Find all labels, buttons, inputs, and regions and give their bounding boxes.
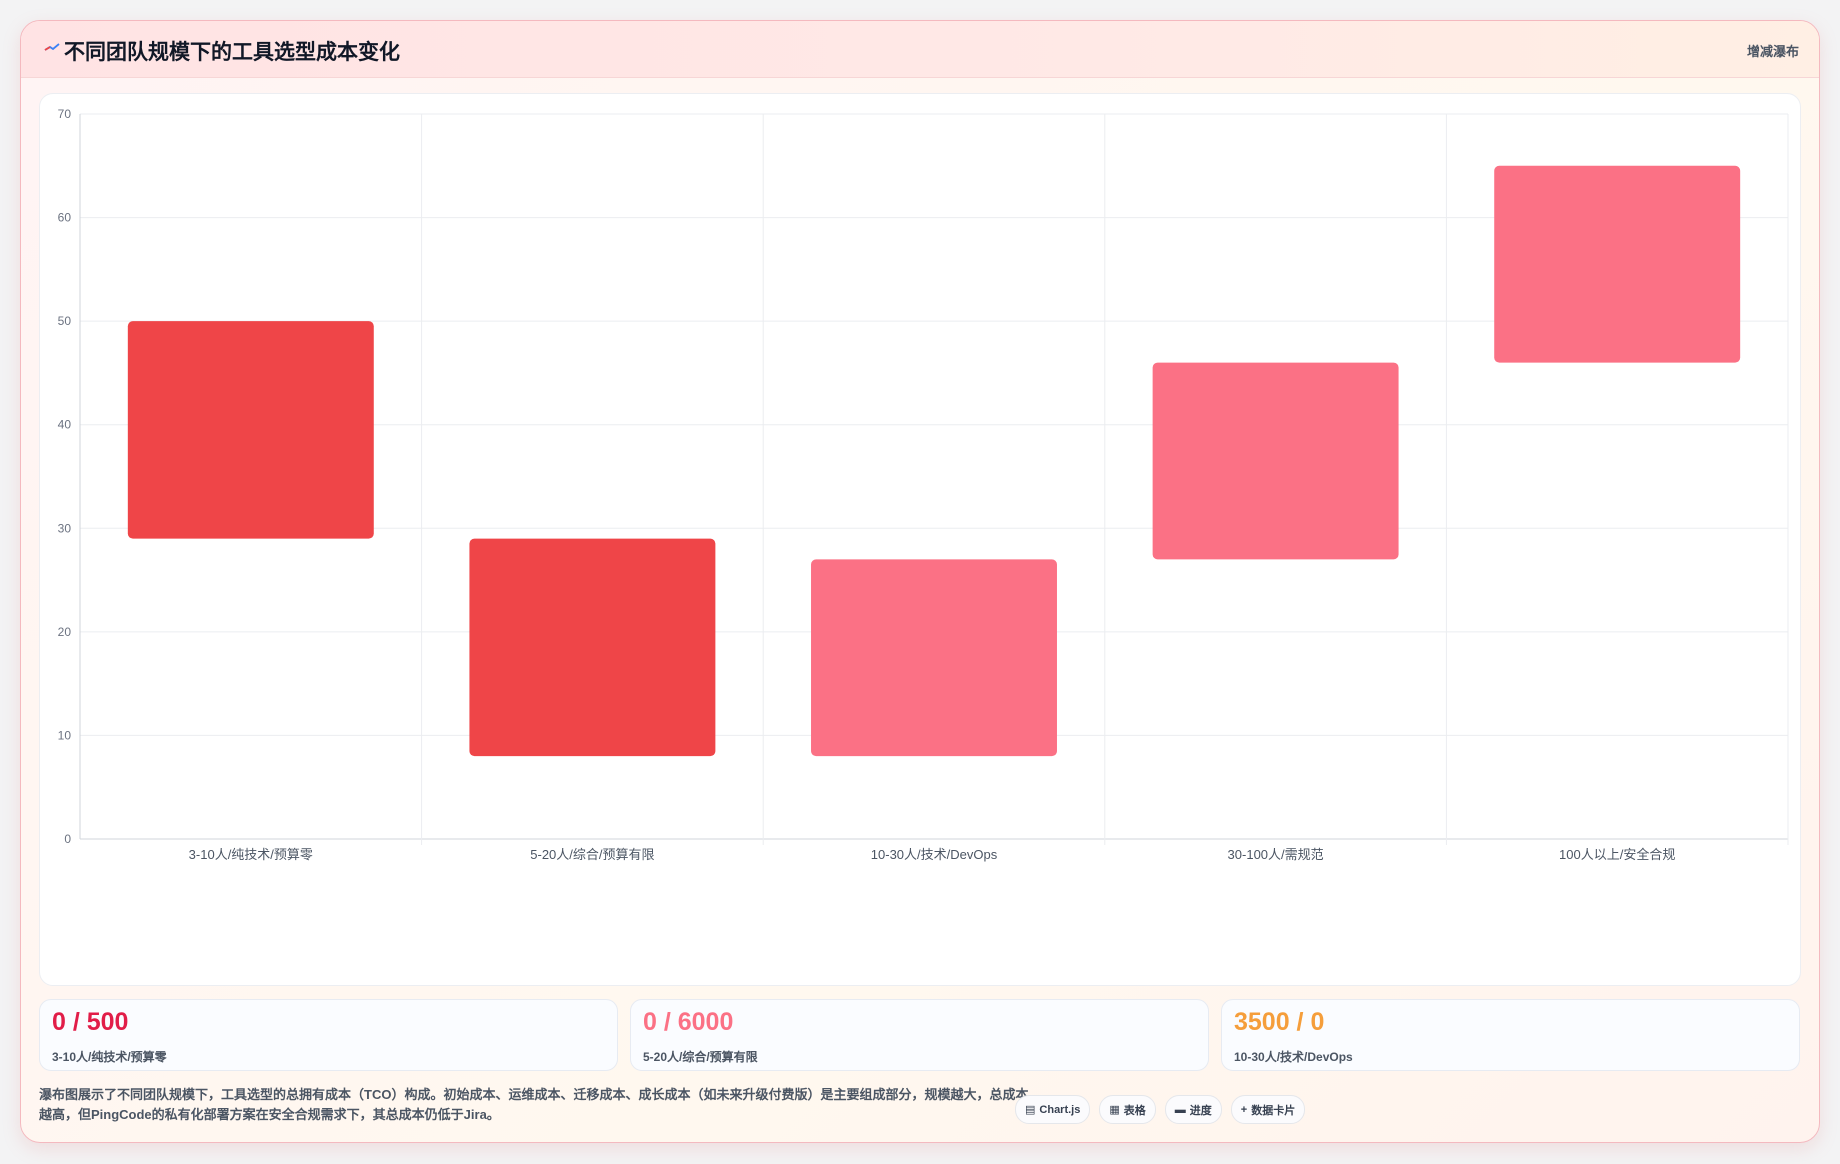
- chart-description: 瀑布图展示了不同团队规模下，工具选型的总拥有成本（TCO）构成。初始成本、运维成…: [39, 1087, 1029, 1122]
- stat-value: 0 / 6000: [643, 1008, 734, 1036]
- waterfall-bar: [127, 321, 374, 539]
- x-tick-label: 3-10人/纯技术/预算零: [189, 847, 313, 862]
- chip-progress[interactable]: ▬ 进度: [1164, 1095, 1222, 1124]
- stat-card-1: 0 / 500 3-10人/纯技术/预算零: [39, 999, 618, 1071]
- waterfall-bar: [1494, 165, 1741, 363]
- y-tick-label: 0: [64, 832, 71, 846]
- y-tick-label: 20: [58, 625, 72, 639]
- chart-area: 0 10 20 30 40 50 60 70 3-10人/纯技术/预算零 5-20人/综合/预算有…: [39, 93, 1801, 986]
- x-tick-label: 10-30人/技术/DevOps: [871, 847, 998, 862]
- plus-icon: +: [1240, 1103, 1248, 1116]
- chart-card: 不同团队规模下的工具选型成本变化 增减瀑布 0 10 20 30 40 50 60 70 3-1…: [20, 20, 1820, 1143]
- chart-icon: ▤: [1025, 1104, 1036, 1116]
- waterfall-bar: [469, 538, 716, 757]
- waterfall-bar: [811, 559, 1057, 757]
- x-tick-label: 5-20人/综合/预算有限: [530, 847, 654, 862]
- y-tick-label: 70: [58, 107, 72, 121]
- chip-chartjs[interactable]: ▤ Chart.js: [1015, 1095, 1091, 1124]
- stat-value: 3500 / 0: [1234, 1008, 1325, 1036]
- y-tick-label: 10: [58, 728, 72, 742]
- y-tick-label: 40: [58, 418, 72, 432]
- x-tick-label: 30-100人/需规范: [1228, 847, 1324, 862]
- stat-label: 10-30人/技术/DevOps: [1234, 1050, 1353, 1064]
- view-switcher: ▤ Chart.js ▦ 表格 ▬ 进度 + 数据卡片: [1015, 1095, 1306, 1124]
- chip-label: 进度: [1189, 1104, 1212, 1117]
- waterfall-bar: [1152, 362, 1399, 560]
- x-tick-label: 100人以上/安全合规: [1559, 847, 1675, 862]
- card-header: 不同团队规模下的工具选型成本变化 增减瀑布: [21, 21, 1819, 78]
- trend-icon: [44, 43, 60, 51]
- stat-card-2: 0 / 6000 5-20人/综合/预算有限: [630, 999, 1209, 1071]
- stat-value: 0 / 500: [52, 1008, 129, 1036]
- table-icon: ▦: [1109, 1104, 1120, 1116]
- stat-label: 3-10人/纯技术/预算零: [52, 1050, 167, 1064]
- y-tick-label: 60: [58, 211, 72, 225]
- y-tick-label: 30: [58, 521, 72, 535]
- chip-data-cards[interactable]: + 数据卡片: [1230, 1095, 1306, 1124]
- stat-card-3: 3500 / 0 10-30人/技术/DevOps: [1221, 999, 1800, 1071]
- chip-table[interactable]: ▦ 表格: [1099, 1095, 1156, 1124]
- chip-label: Chart.js: [1039, 1103, 1081, 1116]
- chip-label: 表格: [1123, 1104, 1146, 1117]
- progress-icon: ▬: [1174, 1103, 1186, 1116]
- chart-type-tag: 增减瀑布: [1746, 44, 1799, 59]
- y-tick-label: 50: [58, 314, 72, 328]
- chart-title: 不同团队规模下的工具选型成本变化: [64, 41, 400, 64]
- stat-label: 5-20人/综合/预算有限: [643, 1050, 758, 1064]
- waterfall-chart: 0 10 20 30 40 50 60 70 3-10人/纯技术/预算零 5-20人/综合/预算有…: [58, 107, 1789, 862]
- chip-label: 数据卡片: [1251, 1104, 1296, 1117]
